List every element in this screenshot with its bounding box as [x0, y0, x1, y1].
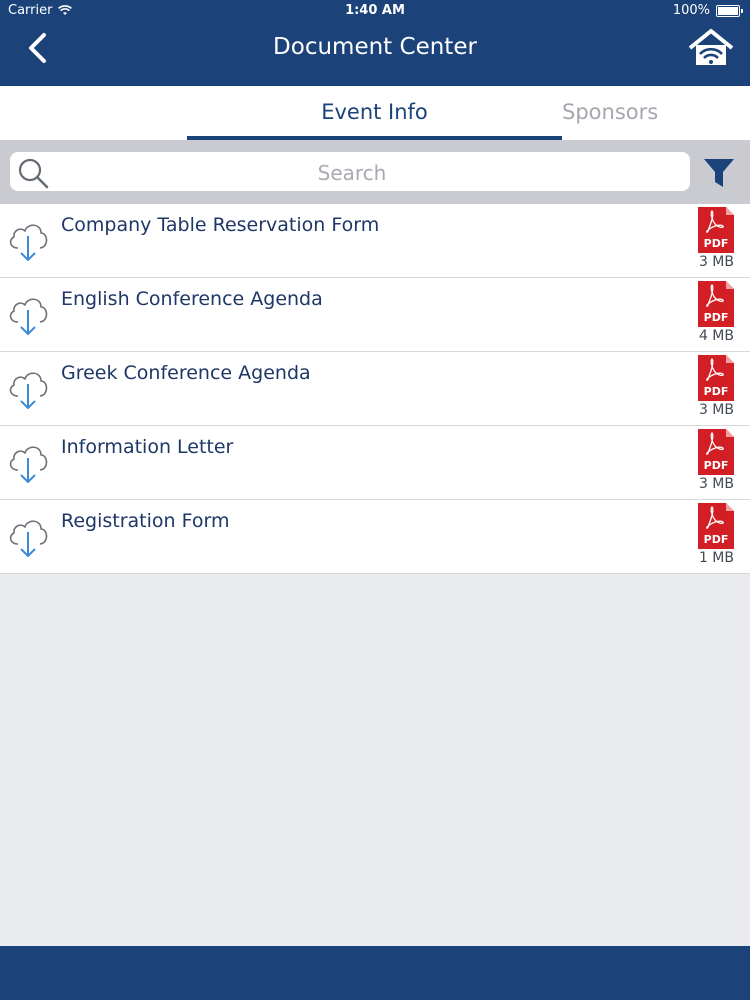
search-bar	[0, 140, 750, 204]
document-name: Company Table Reservation Form	[61, 214, 380, 236]
tab-bar: Event Info Sponsors	[0, 86, 750, 140]
cloud-download-icon[interactable]	[6, 366, 50, 412]
document-name: Information Letter	[61, 436, 234, 458]
svg-text:PDF: PDF	[704, 459, 729, 472]
svg-text:PDF: PDF	[704, 533, 729, 546]
home-wifi-icon[interactable]	[688, 28, 734, 68]
clock: 1:40 AM	[345, 3, 405, 18]
file-size: 1 MB	[698, 550, 734, 566]
battery-icon	[716, 4, 743, 17]
cloud-download-icon[interactable]	[6, 440, 50, 486]
svg-text:PDF: PDF	[704, 385, 729, 398]
bottom-bar	[0, 946, 750, 1000]
document-name: Registration Form	[61, 510, 230, 532]
document-row[interactable]: Greek Conference Agenda PDF 3 MB	[0, 352, 750, 426]
document-name: Greek Conference Agenda	[61, 362, 311, 384]
cloud-download-icon[interactable]	[6, 218, 50, 264]
file-size: 4 MB	[698, 328, 734, 344]
battery-percent: 100%	[672, 3, 710, 18]
document-row[interactable]: English Conference Agenda PDF 4 MB	[0, 278, 750, 352]
svg-text:PDF: PDF	[704, 237, 729, 250]
document-row[interactable]: Registration Form PDF 1 MB	[0, 500, 750, 574]
file-size: 3 MB	[698, 402, 734, 418]
document-name: English Conference Agenda	[61, 288, 323, 310]
document-row[interactable]: Company Table Reservation Form PDF 3 MB	[0, 204, 750, 278]
document-list: Company Table Reservation Form PDF 3 MB …	[0, 204, 750, 574]
pdf-icon: PDF	[698, 207, 734, 253]
tab-event-info[interactable]: Event Info	[187, 86, 562, 140]
pdf-icon: PDF	[698, 429, 734, 475]
pdf-icon: PDF	[698, 281, 734, 327]
status-bar: Carrier 1:40 AM 100%	[0, 0, 750, 22]
pdf-icon: PDF	[698, 503, 734, 549]
app-header: Carrier 1:40 AM 100% Document Center	[0, 0, 750, 86]
file-size: 3 MB	[698, 476, 734, 492]
cloud-download-icon[interactable]	[6, 514, 50, 560]
page-title: Document Center	[273, 34, 477, 60]
search-input[interactable]	[60, 152, 644, 193]
document-row[interactable]: Information Letter PDF 3 MB	[0, 426, 750, 500]
search-icon	[18, 158, 49, 189]
file-size: 3 MB	[698, 254, 734, 270]
tab-sponsors[interactable]: Sponsors	[562, 86, 658, 140]
filter-icon[interactable]	[700, 156, 738, 190]
cloud-download-icon[interactable]	[6, 292, 50, 338]
svg-text:PDF: PDF	[704, 311, 729, 324]
pdf-icon: PDF	[698, 355, 734, 401]
search-field	[10, 152, 690, 193]
